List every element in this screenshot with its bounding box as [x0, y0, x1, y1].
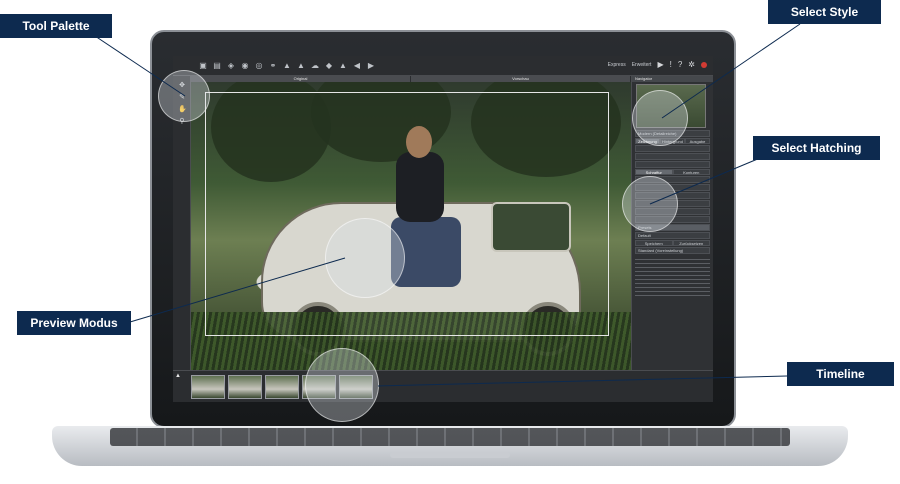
preset-actions: Speichern Zurücksetzen — [635, 240, 710, 246]
record-icon[interactable] — [701, 62, 707, 68]
callout-timeline: Timeline — [787, 362, 894, 386]
preset-section-title: Standard (Voreinstellung) — [635, 247, 710, 254]
effect-icon-5[interactable]: ▲ — [297, 61, 305, 70]
effect-icon-3[interactable]: ◎ — [255, 61, 263, 70]
highlight-circle-hatching — [622, 176, 678, 232]
open-file-icon[interactable]: ▣ — [199, 61, 207, 70]
effect-icon-7[interactable]: ▲ — [339, 61, 347, 70]
advanced-mode-link[interactable]: Erweitert — [632, 62, 652, 68]
app-screen: ▣ ▤ ◈ ◉ ◎ ⚭ ▲ ▲ ☁ ◆ ▲ ◀ ▶ Express Erweit… — [173, 56, 713, 402]
link-icon[interactable]: ⚭ — [269, 61, 277, 70]
callout-select-style: Select Style — [768, 0, 881, 24]
timeline-thumbnail[interactable] — [265, 375, 299, 399]
express-mode-link[interactable]: Express — [608, 62, 626, 68]
undo-icon[interactable]: ◀ — [353, 61, 361, 70]
tab-ausgabe[interactable]: Ausgabe — [685, 138, 710, 144]
hatching-tabs: Schraffur Konturen — [635, 169, 710, 175]
callout-tool-palette: Tool Palette — [0, 14, 112, 38]
laptop-keyboard — [110, 428, 790, 446]
timeline-thumbnail[interactable] — [191, 375, 225, 399]
tab-schraffur[interactable]: Schraffur — [635, 169, 673, 175]
cloud-icon[interactable]: ☁ — [311, 61, 319, 70]
toolbar-right: Express Erweitert ▶ ! ? ✲ — [608, 61, 707, 69]
highlight-circle-tools — [158, 70, 210, 122]
navigator-header: Navigator — [632, 76, 713, 82]
promo-stage: ▣ ▤ ◈ ◉ ◎ ⚭ ▲ ▲ ☁ ◆ ▲ ◀ ▶ Express Erweit… — [0, 0, 900, 484]
timeline-thumbnail[interactable] — [228, 375, 262, 399]
preset-select[interactable]: Default — [635, 232, 710, 239]
highlight-circle-timeline — [305, 348, 379, 422]
callout-select-hatching: Select Hatching — [753, 136, 880, 160]
help-icon[interactable]: ? — [678, 61, 682, 69]
highlight-circle-style — [632, 90, 688, 146]
save-preset-button[interactable]: Speichern — [635, 240, 673, 246]
laptop-notch — [390, 452, 510, 458]
reset-preset-button[interactable]: Zurücksetzen — [672, 240, 710, 246]
save-icon[interactable]: ▤ — [213, 61, 221, 70]
play-icon[interactable]: ▶ — [657, 61, 663, 69]
effect-icon-2[interactable]: ◉ — [241, 61, 249, 70]
setting-row[interactable] — [635, 153, 710, 160]
tab-konturen[interactable]: Konturen — [672, 169, 710, 175]
effect-icon-1[interactable]: ◈ — [227, 61, 235, 70]
setting-row[interactable] — [635, 161, 710, 168]
timeline-expand-icon[interactable]: ▲ — [175, 373, 181, 379]
setting-row[interactable] — [635, 145, 710, 152]
top-toolbar: ▣ ▤ ◈ ◉ ◎ ⚭ ▲ ▲ ☁ ◆ ▲ ◀ ▶ Express Erweit… — [173, 56, 713, 76]
gear-icon[interactable]: ✲ — [688, 61, 695, 69]
crop-frame[interactable] — [205, 92, 609, 336]
redo-icon[interactable]: ▶ — [367, 61, 375, 70]
effect-icon-4[interactable]: ▲ — [283, 61, 291, 70]
preset-description — [635, 256, 710, 296]
callout-preview-modus: Preview Modus — [17, 311, 131, 335]
highlight-circle-preview — [325, 218, 405, 298]
preview-canvas[interactable] — [191, 82, 631, 370]
timeline-strip: ▲ — [173, 370, 713, 402]
effect-icon-6[interactable]: ◆ — [325, 61, 333, 70]
info-icon[interactable]: ! — [670, 61, 672, 69]
